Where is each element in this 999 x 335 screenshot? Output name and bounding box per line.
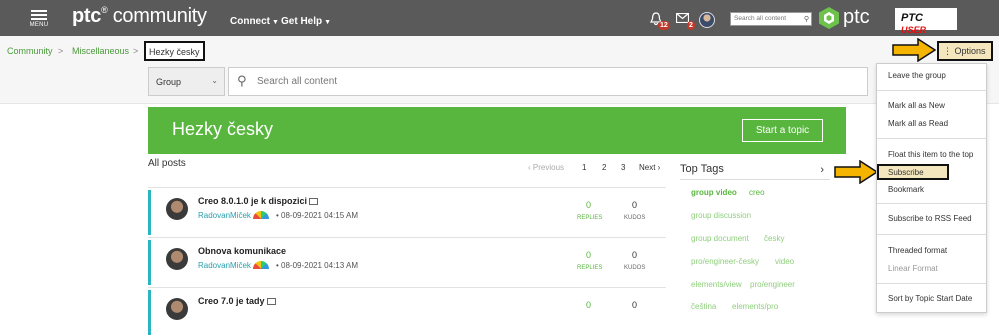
- search-scope-select[interactable]: Group ⌄: [148, 67, 225, 96]
- divider: [148, 237, 666, 238]
- hamburger-icon: [28, 10, 50, 20]
- tag-link[interactable]: česky: [764, 234, 784, 243]
- divider: [148, 187, 666, 188]
- kudos-label: KUDOS: [624, 215, 646, 221]
- pager-page-3[interactable]: 3: [621, 163, 625, 172]
- menu-item-rss-feed[interactable]: Subscribe to RSS Feed: [888, 214, 972, 223]
- tag-link[interactable]: čeština: [691, 302, 716, 311]
- replies-count: 0: [586, 250, 592, 260]
- search-icon[interactable]: ⚲: [804, 15, 809, 23]
- menu-item-float-top[interactable]: Float this item to the top: [888, 150, 973, 159]
- menu-divider: [877, 90, 986, 91]
- replies-label: REPLIES: [577, 215, 603, 221]
- highlight-arrow-icon: [834, 160, 878, 184]
- rank-gauge-icon: [252, 261, 269, 269]
- ptc-brand-text: ptc: [843, 6, 870, 28]
- replies-count: 0: [586, 200, 592, 210]
- breadcrumb-current: Hezky česky: [144, 41, 205, 61]
- pager-page-2[interactable]: 2: [602, 163, 606, 172]
- menu-item-mark-all-new[interactable]: Mark all as New: [888, 101, 945, 110]
- rank-gauge-icon: [252, 211, 269, 219]
- image-icon: [266, 298, 276, 305]
- post-date: • 08-09-2021 04:13 AM: [276, 261, 358, 270]
- author-avatar[interactable]: [166, 298, 188, 320]
- nav-get-help[interactable]: Get Help ▼: [281, 16, 331, 27]
- post-accent-bar: [148, 190, 151, 235]
- user-avatar[interactable]: [699, 12, 715, 28]
- author-avatar[interactable]: [166, 198, 188, 220]
- pager-next[interactable]: Next ›: [639, 163, 660, 172]
- caret-down-icon: ▼: [272, 19, 279, 26]
- post-row[interactable]: Obnova komunikace RadovanMiček • 08-09-2…: [148, 240, 666, 285]
- menu-label: MENU: [29, 22, 49, 28]
- menu-item-leave-group[interactable]: Leave the group: [888, 71, 946, 80]
- tag-link[interactable]: creo: [749, 188, 765, 197]
- menu-item-linear-format: Linear Format: [888, 264, 938, 273]
- image-icon: [309, 198, 319, 205]
- tag-link[interactable]: elements/pro: [732, 302, 778, 311]
- menu-item-threaded-format[interactable]: Threaded format: [888, 246, 947, 255]
- post-row[interactable]: Creo 8.0.1.0 je k dispozici RadovanMiček…: [148, 190, 666, 235]
- search-icon: ⚲: [237, 73, 247, 88]
- message-badge: 2: [687, 21, 695, 30]
- tag-link[interactable]: pro/engineer-česky: [691, 257, 759, 266]
- logo-text: ptc: [72, 5, 102, 27]
- author-avatar[interactable]: [166, 248, 188, 270]
- kebab-icon: ⋮: [943, 46, 952, 56]
- tag-link[interactable]: elements/view: [691, 280, 742, 289]
- kudos-count: 0: [632, 200, 638, 210]
- logo-suffix: community: [112, 5, 207, 27]
- menu-divider: [877, 203, 986, 204]
- post-title[interactable]: Creo 7.0 je tady: [198, 296, 276, 306]
- kudos-count: 0: [632, 250, 638, 260]
- top-tags-heading: Top Tags ›: [680, 160, 830, 180]
- replies-label: REPLIES: [577, 265, 603, 271]
- ptc-logo-icon: [819, 7, 839, 29]
- main-search-input[interactable]: ⚲ Search all content: [228, 67, 868, 96]
- notification-badge: 12: [658, 21, 670, 30]
- ptc-user-logo[interactable]: PTC USER: [895, 8, 957, 35]
- menu-item-subscribe[interactable]: Subscribe: [888, 168, 924, 177]
- ptc-community-logo[interactable]: ptc® community: [72, 5, 207, 28]
- highlight-arrow-icon: [892, 38, 936, 62]
- tag-link[interactable]: group discussion: [691, 211, 751, 220]
- menu-divider: [877, 138, 986, 139]
- post-date: • 08-09-2021 04:15 AM: [276, 211, 358, 220]
- options-button[interactable]: ⋮ Options: [937, 41, 993, 61]
- divider: [148, 287, 666, 288]
- kudos-label: KUDOS: [624, 265, 646, 271]
- post-author[interactable]: RadovanMiček: [198, 261, 269, 270]
- kudos-count: 0: [632, 300, 638, 310]
- tag-link[interactable]: group document: [691, 234, 749, 243]
- menu-divider: [877, 234, 986, 235]
- all-posts-heading: All posts: [148, 158, 186, 169]
- chevron-down-icon: ⌄: [211, 76, 218, 85]
- post-author[interactable]: RadovanMiček: [198, 211, 269, 220]
- chevron-right-icon[interactable]: ›: [820, 164, 824, 176]
- menu-item-mark-all-read[interactable]: Mark all as Read: [888, 119, 948, 128]
- menu-button[interactable]: MENU: [28, 8, 50, 28]
- breadcrumb-separator: >: [133, 46, 139, 56]
- header-search-input[interactable]: Search all content ⚲: [730, 12, 812, 26]
- post-title[interactable]: Obnova komunikace: [198, 246, 286, 256]
- tag-link[interactable]: video: [775, 257, 794, 266]
- start-topic-button[interactable]: Start a topic: [742, 119, 823, 142]
- menu-item-sort-topic-date[interactable]: Sort by Topic Start Date: [888, 294, 972, 303]
- breadcrumb-separator: >: [58, 46, 64, 56]
- post-accent-bar: [148, 240, 151, 285]
- tag-link[interactable]: pro/engineer: [750, 280, 795, 289]
- breadcrumb-community[interactable]: Community: [7, 46, 53, 56]
- group-title: Hezky česky: [172, 119, 274, 139]
- menu-item-bookmark[interactable]: Bookmark: [888, 185, 924, 194]
- breadcrumb-miscellaneous[interactable]: Miscellaneous: [72, 46, 129, 56]
- post-title[interactable]: Creo 8.0.1.0 je k dispozici: [198, 196, 319, 206]
- caret-down-icon: ▼: [324, 19, 332, 26]
- replies-count: 0: [586, 300, 592, 310]
- menu-divider: [877, 283, 986, 284]
- tag-link[interactable]: group video: [691, 188, 737, 197]
- pager-page-1[interactable]: 1: [582, 163, 586, 172]
- nav-connect[interactable]: Connect ▼: [230, 16, 279, 27]
- pager-previous: ‹ Previous: [528, 163, 565, 172]
